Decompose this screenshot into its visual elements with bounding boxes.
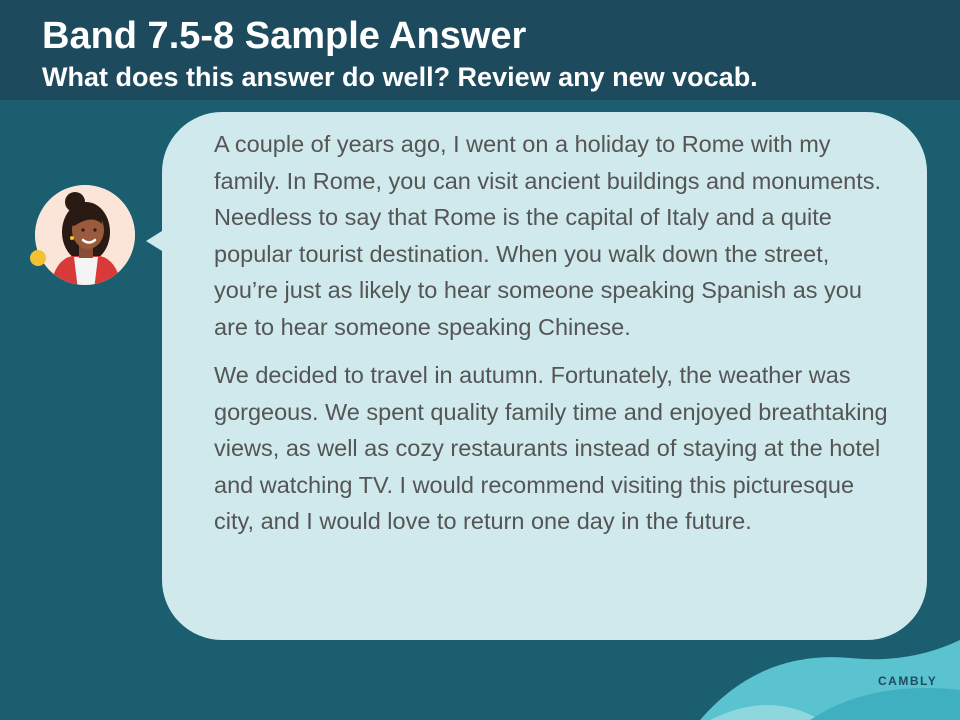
answer-paragraph-1: A couple of years ago, I went on a holid… — [214, 131, 882, 340]
sample-answer-text: A couple of years ago, I went on a holid… — [214, 126, 894, 540]
page-title: Band 7.5-8 Sample Answer — [42, 15, 527, 57]
answer-paragraph-2: We decided to travel in autumn. Fortunat… — [214, 362, 888, 534]
speech-bubble: A couple of years ago, I went on a holid… — [162, 112, 927, 640]
woman-avatar-icon — [30, 185, 135, 285]
page-subtitle: What does this answer do well? Review an… — [42, 62, 758, 92]
header-bar: Band 7.5-8 Sample Answer What does this … — [0, 0, 960, 100]
cambly-logo: CAMBLY — [878, 674, 938, 688]
